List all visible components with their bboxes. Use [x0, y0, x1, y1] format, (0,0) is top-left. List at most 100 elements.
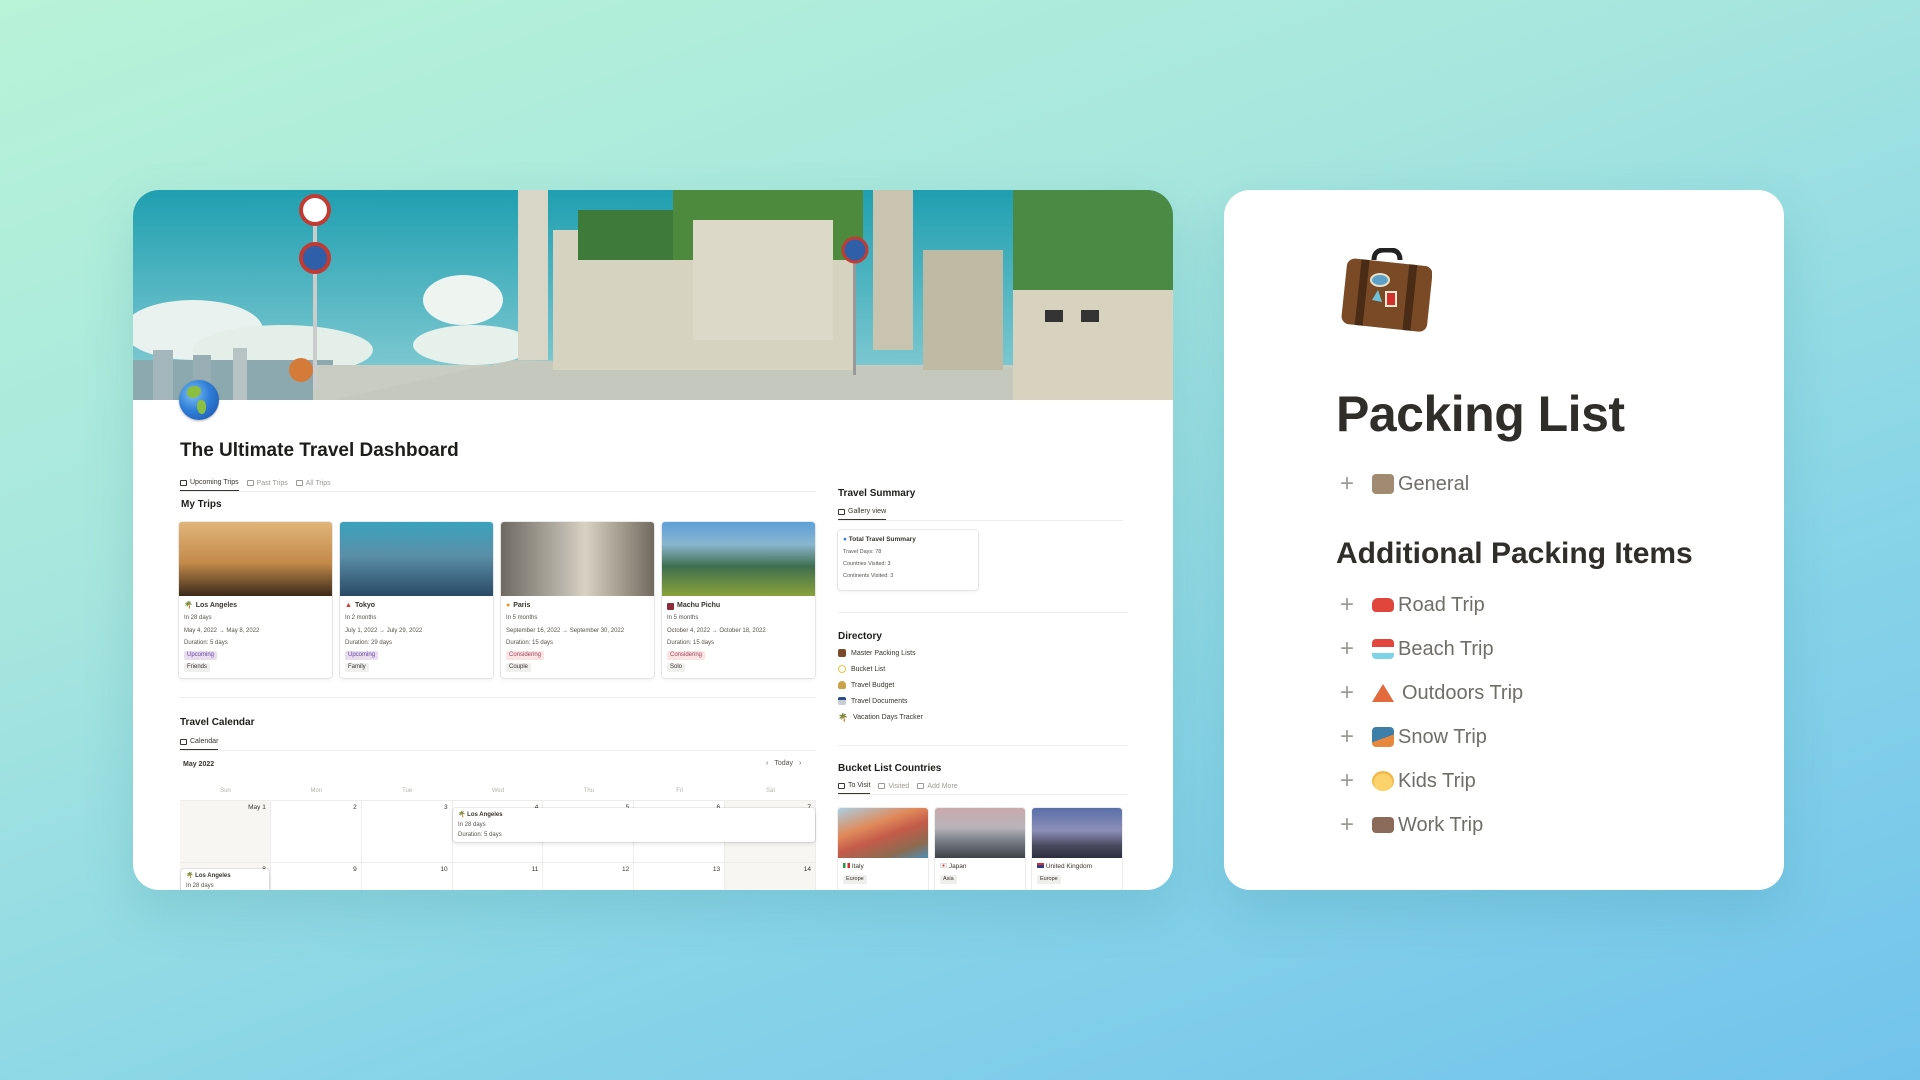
directory-link-bucket-list[interactable]: Bucket List — [838, 661, 923, 677]
today-button[interactable]: Today — [774, 760, 793, 767]
status-badge: Considering — [667, 651, 706, 661]
next-month-button[interactable]: › — [799, 760, 801, 767]
tent-icon — [1372, 684, 1394, 702]
add-icon[interactable]: + — [1340, 591, 1372, 619]
palm-tree-icon: 🌴 — [838, 712, 848, 722]
packing-item-general[interactable]: + General — [1340, 470, 1469, 498]
travel-summary-heading: Travel Summary — [838, 488, 916, 499]
tokyo-tower-icon: ▲ — [345, 602, 352, 609]
tab-calendar[interactable]: Calendar — [180, 738, 219, 750]
calendar-day[interactable]: 10 — [362, 863, 453, 890]
page-title: Packing List — [1336, 386, 1625, 442]
calendar-day[interactable]: 3 — [361, 801, 453, 863]
directory-link-master-packing-lists[interactable]: Master Packing Lists — [838, 645, 923, 661]
divider — [838, 612, 1128, 613]
calendar-day[interactable]: 12 — [543, 863, 635, 890]
trips-view-tabs: Upcoming Trips Past Trips All Trips — [180, 479, 816, 492]
companion-tag: Friends — [184, 663, 211, 673]
prev-month-button[interactable]: ‹ — [766, 760, 768, 767]
calendar-day[interactable]: 9 — [271, 863, 362, 890]
divider — [838, 794, 1128, 795]
packing-item-outdoors-trip[interactable]: + Outdoors Trip — [1340, 679, 1523, 707]
calendar-day[interactable]: 14 — [725, 863, 816, 890]
status-badge: Upcoming — [184, 651, 218, 661]
italy-flag-icon — [843, 863, 850, 868]
calendar-icon — [180, 738, 187, 745]
cover-street-scene — [133, 190, 1173, 400]
add-icon[interactable]: + — [1340, 635, 1372, 663]
money-bag-icon — [838, 681, 846, 689]
tab-gallery-view[interactable]: Gallery view — [838, 508, 887, 520]
travel-dashboard-card: The Ultimate Travel Dashboard Upcoming T… — [133, 190, 1173, 890]
country-image — [838, 808, 928, 858]
calendar-day[interactable]: 13 — [634, 863, 726, 890]
trip-card-paris[interactable]: ● Paris In 5 months September 16, 2022 → … — [501, 522, 654, 678]
bucket-list-tabs: To Visit Visited Add More — [838, 782, 1128, 795]
palm-tree-icon: 🌴 — [186, 873, 194, 879]
calendar-day[interactable]: 2 — [270, 801, 362, 863]
trip-image — [662, 522, 815, 596]
calendar-view-tabs: Calendar — [180, 738, 816, 751]
trip-card-machu-pichu[interactable]: Machu Pichu In 5 months October 4, 2022 … — [662, 522, 815, 678]
divider — [180, 750, 816, 751]
status-badge: Considering — [506, 651, 545, 661]
packing-item-snow-trip[interactable]: + Snow Trip — [1340, 723, 1487, 751]
tab-past-trips[interactable]: Past Trips — [246, 480, 288, 491]
country-image — [935, 808, 1025, 858]
trip-card-tokyo[interactable]: ▲ Tokyo In 2 months July 1, 2022 → July 2… — [340, 522, 493, 678]
directory-link-vacation-days-tracker[interactable]: 🌴 Vacation Days Tracker — [838, 709, 923, 725]
additional-packing-heading: Additional Packing Items — [1336, 537, 1693, 570]
tab-upcoming-trips[interactable]: Upcoming Trips — [180, 479, 239, 491]
packing-item-work-trip[interactable]: + Work Trip — [1340, 811, 1483, 839]
tab-to-visit[interactable]: To Visit — [838, 782, 871, 794]
tab-visited[interactable]: Visited — [878, 783, 909, 794]
add-icon[interactable]: + — [1340, 470, 1372, 498]
companion-tag: Family — [345, 663, 369, 673]
palm-tree-icon: 🌴 — [458, 812, 466, 818]
gallery-icon — [295, 480, 303, 486]
gallery-icon — [180, 479, 187, 486]
trip-image — [501, 522, 654, 596]
trip-card-los-angeles[interactable]: 🌴 Los Angeles In 28 days May 4, 2022 → Ma… — [179, 522, 332, 678]
gallery-icon — [838, 782, 845, 789]
directory-list: Master Packing Lists Bucket List Travel … — [838, 645, 923, 725]
sunset-icon — [667, 602, 674, 610]
snowboarder-icon — [1372, 727, 1394, 747]
my-trips-heading: My Trips — [181, 499, 222, 510]
child-icon — [1372, 771, 1394, 791]
packing-item-road-trip[interactable]: + Road Trip — [1340, 591, 1485, 619]
add-icon[interactable]: + — [1340, 811, 1372, 839]
country-card-japan[interactable]: Japan Asia — [935, 808, 1025, 890]
suitcase-icon — [1341, 248, 1432, 332]
calendar-event[interactable]: 🌴 Los Angeles In 28 days Duration: 5 day… — [453, 808, 815, 842]
tab-add-more[interactable]: Add More — [917, 783, 958, 794]
add-icon[interactable]: + — [1340, 767, 1372, 795]
country-card-united-kingdom[interactable]: United Kingdom Europe — [1032, 808, 1122, 890]
divider — [180, 697, 816, 698]
luggage-icon — [838, 649, 846, 657]
calendar-day[interactable]: 11 — [453, 863, 544, 890]
weekday-header: Sun Mon Tue Wed Thu Fri Sat — [220, 788, 776, 794]
add-icon[interactable]: + — [1340, 679, 1372, 707]
add-icon[interactable]: + — [1340, 723, 1372, 751]
uk-flag-icon — [1037, 863, 1044, 868]
summary-card[interactable]: ● Total Travel Summary Travel Days: 78 C… — [838, 530, 978, 590]
country-card-italy[interactable]: Italy Europe — [838, 808, 928, 890]
tab-all-trips[interactable]: All Trips — [295, 480, 331, 491]
packing-item-beach-trip[interactable]: + Beach Trip — [1340, 635, 1494, 663]
travel-calendar-heading: Travel Calendar — [180, 717, 255, 728]
page-title: The Ultimate Travel Dashboard — [180, 440, 459, 461]
directory-link-travel-budget[interactable]: Travel Budget — [838, 677, 923, 693]
gallery-icon — [838, 508, 845, 515]
calendar-day[interactable]: May 1 — [180, 801, 271, 863]
beach-umbrella-icon — [1372, 639, 1394, 659]
trip-image — [340, 522, 493, 596]
palm-tree-icon: 🌴 — [184, 602, 193, 609]
japan-flag-icon — [940, 863, 947, 868]
packing-item-kids-trip[interactable]: + Kids Trip — [1340, 767, 1476, 795]
directory-link-travel-documents[interactable]: Travel Documents — [838, 693, 923, 709]
trip-image — [179, 522, 332, 596]
calendar-event[interactable]: 🌴 Los Angeles In 28 days — [181, 869, 269, 890]
divider — [838, 520, 1123, 521]
gallery-icon — [878, 783, 886, 789]
